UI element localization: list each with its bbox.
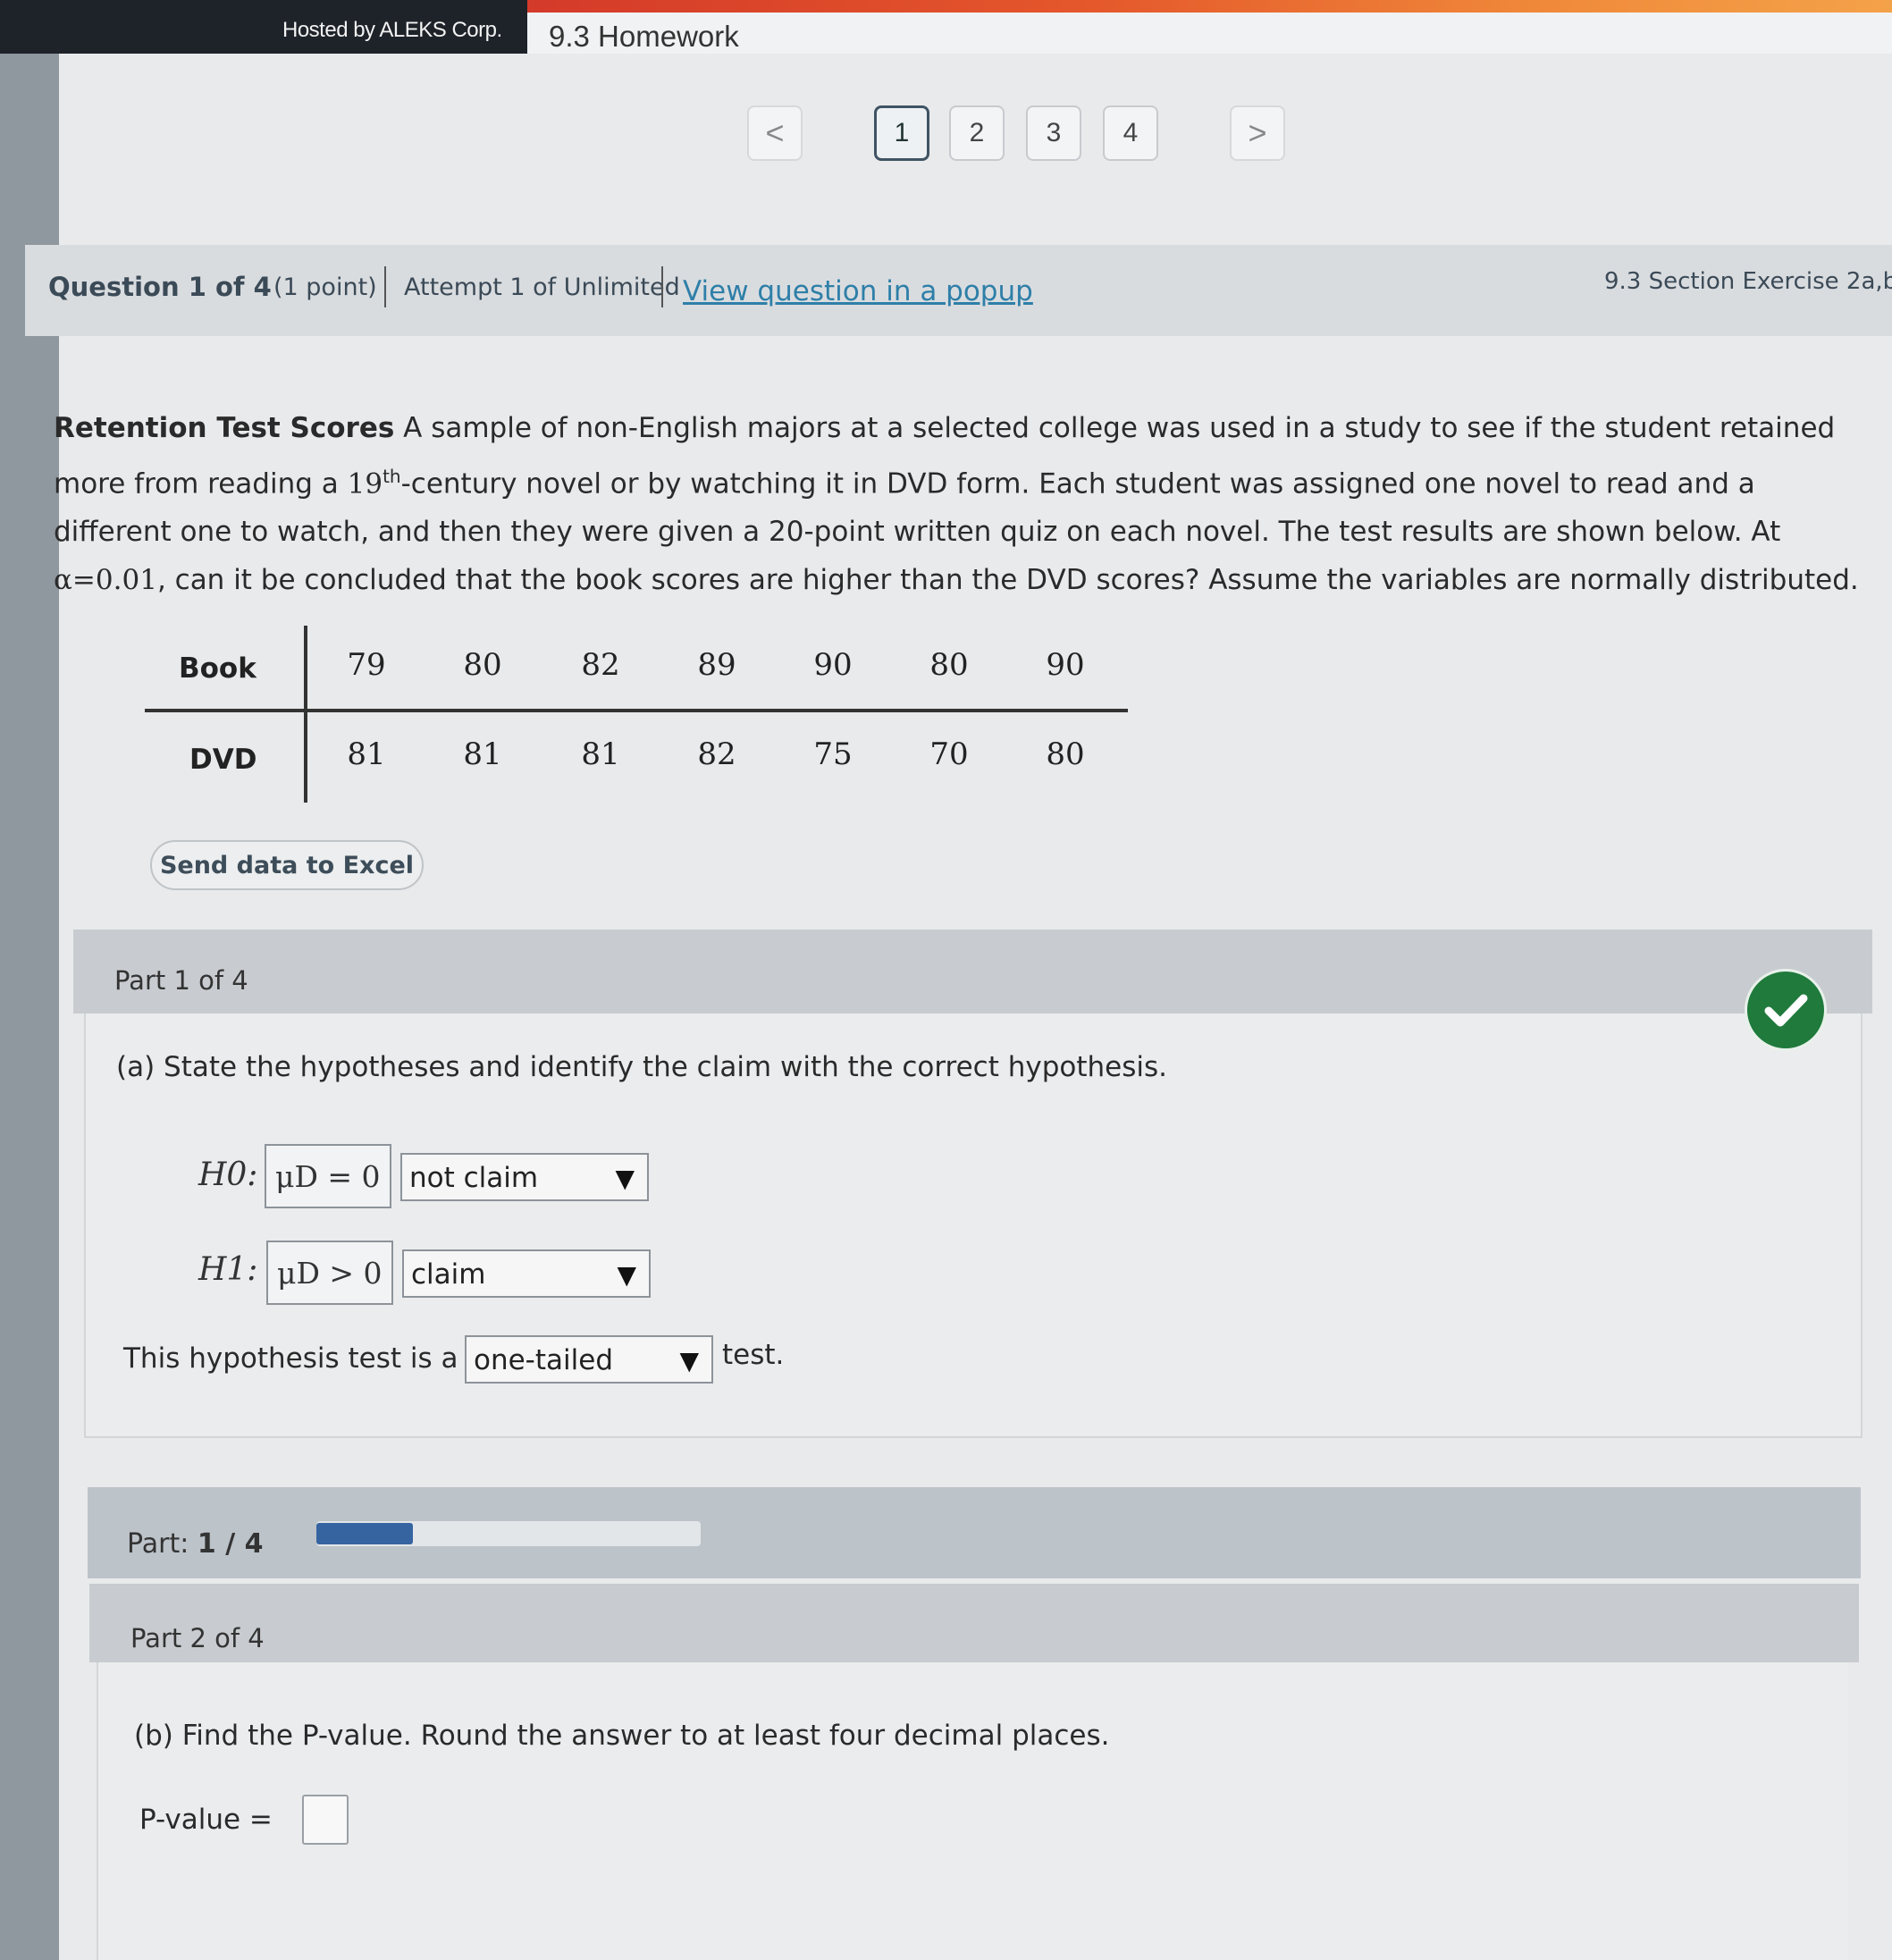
correct-check-icon [1745, 969, 1827, 1051]
attempt-count: Attempt 1 of Unlimited [404, 273, 680, 301]
host-label: Hosted by ALEKS Corp. [282, 18, 502, 42]
progress-label: Part: 1 / 4 [127, 1528, 263, 1560]
table-cell: 70 [929, 736, 969, 772]
progress-value: 1 / 4 [197, 1528, 264, 1560]
part2-prompt: (b) Find the P-value. Round the answer t… [134, 1720, 1110, 1752]
divider [661, 266, 663, 307]
part1-prompt: (a) State the hypotheses and identify th… [116, 1051, 1168, 1083]
table-cell: 80 [463, 647, 502, 683]
question-info-bar: Question 1 of 4 (1 point) Attempt 1 of U… [25, 245, 1892, 336]
table-cell: 81 [463, 736, 502, 772]
question-number: Question 1 of 4 [48, 272, 272, 302]
dropdown-arrow-icon: ▼ [615, 1164, 635, 1193]
next-question-button[interactable]: > [1230, 105, 1285, 161]
dropdown-arrow-icon: ▼ [617, 1260, 636, 1290]
h0-claim-value: not claim [409, 1162, 539, 1194]
pvalue-label: P-value = [139, 1804, 273, 1836]
table-cell: 80 [1046, 736, 1085, 772]
divider [384, 266, 386, 307]
table-cell: 81 [581, 736, 620, 772]
row-label-book: Book [179, 652, 256, 685]
h0-expression-field[interactable]: μD = 0 [265, 1144, 391, 1208]
left-edge-strip [0, 54, 59, 1960]
table-cell: 89 [697, 647, 736, 683]
test-type-suffix: test. [722, 1339, 785, 1371]
progress-fill [316, 1523, 413, 1544]
table-cell: 75 [813, 736, 853, 772]
part1-title: Part 1 of 4 [114, 965, 248, 996]
part2-title: Part 2 of 4 [130, 1623, 265, 1653]
century-superscript: th [383, 466, 401, 487]
table-vertical-rule [304, 626, 307, 803]
test-type-prefix: This hypothesis test is a [123, 1342, 458, 1375]
alpha-value: α=0.01 [54, 564, 157, 597]
century-number: 19 [347, 467, 383, 501]
question-points: (1 point) [273, 273, 377, 301]
dropdown-arrow-icon: ▼ [679, 1346, 699, 1375]
test-type-dropdown[interactable]: one-tailed ▼ [465, 1335, 713, 1384]
host-bar: Hosted by ALEKS Corp. [0, 0, 527, 54]
pvalue-input[interactable] [302, 1795, 349, 1845]
send-to-excel-button[interactable]: Send data to Excel [150, 840, 424, 890]
table-cell: 90 [1046, 647, 1085, 683]
page-button-2[interactable]: 2 [949, 105, 1005, 161]
view-popup-link[interactable]: View question in a popup [683, 275, 1033, 307]
row-label-dvd: DVD [189, 744, 257, 776]
table-horizontal-rule [145, 709, 1128, 712]
h0-claim-dropdown[interactable]: not claim ▼ [400, 1153, 649, 1201]
assignment-title-bar: 9.3 Homework [527, 13, 1892, 54]
part-progress-bar: Part: 1 / 4 [88, 1487, 1861, 1578]
table-cell: 81 [347, 736, 386, 772]
h0-label: H0: [198, 1157, 258, 1193]
part2-header: Part 2 of 4 [89, 1584, 1859, 1662]
section-exercise-label: 9.3 Section Exercise 2a,b,c [1604, 268, 1892, 295]
test-type-value: one-tailed [474, 1344, 613, 1376]
problem-statement: Retention Test Scores A sample of non-En… [54, 404, 1877, 604]
question-pager: < 1 2 3 4 > [0, 105, 1892, 168]
table-cell: 80 [929, 647, 969, 683]
part1-header: Part 1 of 4 [73, 930, 1872, 1014]
h1-expression-field[interactable]: μD > 0 [266, 1241, 393, 1305]
page-button-3[interactable]: 3 [1026, 105, 1081, 161]
table-cell: 90 [813, 647, 853, 683]
h1-claim-dropdown[interactable]: claim ▼ [402, 1249, 651, 1298]
problem-text-3: , can it be concluded that the book scor… [156, 564, 1859, 597]
prev-question-button[interactable]: < [747, 105, 803, 161]
assignment-title: 9.3 Homework [549, 20, 739, 53]
table-cell: 82 [697, 736, 736, 772]
part2-body [97, 1662, 1848, 1960]
problem-title: Retention Test Scores [54, 412, 395, 444]
h1-label: H1: [198, 1251, 258, 1288]
page-button-4[interactable]: 4 [1103, 105, 1158, 161]
top-accent-bar [527, 0, 1892, 13]
h1-claim-value: claim [411, 1258, 486, 1291]
table-cell: 82 [581, 647, 620, 683]
progress-prefix: Part: [127, 1528, 189, 1560]
table-cell: 79 [347, 647, 386, 683]
page-button-1[interactable]: 1 [874, 105, 929, 161]
